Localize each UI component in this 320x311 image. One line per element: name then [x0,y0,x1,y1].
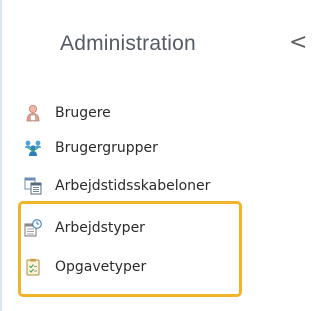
sidebar-item-arbejdstyper[interactable]: Arbejdstyper [24,214,145,242]
sidebar-item-label: Arbejdstyper [55,220,145,236]
sidebar-item-label: Opgavetyper [55,259,147,275]
user-icon [24,104,42,122]
panel-border [0,0,2,311]
task-types-icon [24,258,42,276]
administration-panel: Administration < Brugere Brugergrupper A… [0,0,307,311]
panel-title: Administration [60,32,196,55]
user-group-icon [24,139,42,157]
sidebar-item-brugere[interactable]: Brugere [24,99,111,127]
sidebar-item-label: Arbejdstidsskabeloner [55,178,211,194]
sidebar-item-brugergrupper[interactable]: Brugergrupper [24,134,158,162]
calendar-template-icon [24,177,42,195]
work-types-icon [24,219,42,237]
sidebar-item-label: Brugere [55,105,111,121]
sidebar-item-opgavetyper[interactable]: Opgavetyper [24,253,146,281]
collapse-chevron-icon[interactable]: < [289,30,307,55]
sidebar-item-arbejdstidsskabeloner[interactable]: Arbejdstidsskabeloner [24,172,210,200]
sidebar-item-label: Brugergrupper [55,140,158,156]
